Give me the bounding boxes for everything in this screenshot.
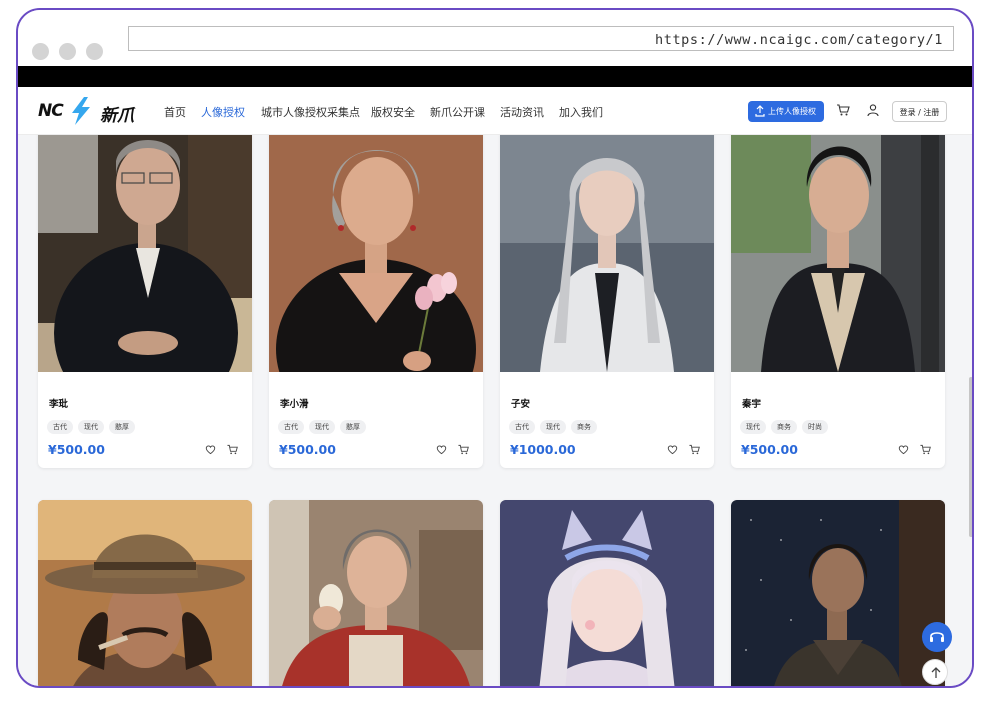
upload-icon [755,105,765,117]
cart-icon[interactable] [836,103,850,117]
portrait-name: 秦宇 [742,399,762,410]
cart-icon[interactable] [689,444,700,455]
website: NC 新爪 首页 人像授权 城市人像授权采集点 版权安全 新爪公开课 活动资讯 … [18,87,972,686]
login-button[interactable]: 登录 / 注册 [892,101,947,122]
upload-label: 上传人像授权 [768,107,816,116]
tag: 憨厚 [109,420,135,434]
browser-chrome: https://www.ncaigc.com/category/1 [18,10,972,66]
portrait-card[interactable] [500,500,714,686]
nav-item-join-us[interactable]: 加入我们 [559,104,603,120]
logo-name: 新爪 [100,106,134,126]
cart-icon[interactable] [458,444,469,455]
tag: 商务 [571,420,597,434]
portrait-image [731,500,945,686]
headset-icon [930,632,944,642]
window-dot [32,43,49,60]
heart-icon[interactable] [436,444,447,455]
cart-icon[interactable] [227,444,238,455]
back-to-top-button[interactable] [922,659,948,685]
portrait-name: 李小滑 [280,399,309,410]
portrait-card[interactable] [38,500,252,686]
portrait-card[interactable]: 秦宇 现代 商务 时尚 ¥500.00 [731,123,945,468]
price: ¥1000.00 [510,442,576,457]
heart-icon[interactable] [898,444,909,455]
logo-mark: NC [38,101,64,121]
portrait-name: 李玭 [49,399,69,410]
tag: 现代 [540,420,566,434]
portrait-image [269,123,483,372]
heart-icon[interactable] [205,444,216,455]
tag-list: 现代 商务 时尚 [740,420,828,434]
nav-item-home[interactable]: 首页 [164,104,186,120]
portrait-image [500,123,714,372]
tag: 商务 [771,420,797,434]
portrait-card[interactable]: 子安 古代 现代 商务 ¥1000.00 [500,123,714,468]
site-navbar: NC 新爪 首页 人像授权 城市人像授权采集点 版权安全 新爪公开课 活动资讯 … [18,87,972,135]
price: ¥500.00 [279,442,336,457]
cart-icon[interactable] [920,444,931,455]
window-dot [86,43,103,60]
tag: 现代 [740,420,766,434]
portrait-name: 子安 [511,399,531,410]
price: ¥500.00 [48,442,105,457]
heart-icon[interactable] [667,444,678,455]
portrait-image [38,500,252,686]
upload-button[interactable]: 上传人像授权 [748,101,824,122]
portrait-card[interactable]: 李小滑 古代 现代 憨厚 ¥500.00 [269,123,483,468]
price: ¥500.00 [741,442,798,457]
tag-list: 古代 现代 憨厚 [278,420,366,434]
nav-item-copyright[interactable]: 版权安全 [371,104,415,120]
browser-toolbar [18,66,972,87]
arrow-up-icon [931,667,941,678]
window-dot [59,43,76,60]
tag-list: 古代 现代 憨厚 [47,420,135,434]
support-button[interactable] [922,622,952,652]
portrait-image [38,123,252,372]
nav-item-city-collection[interactable]: 城市人像授权采集点 [261,104,360,120]
scrollbar[interactable] [969,377,972,537]
tag: 古代 [509,420,535,434]
tag: 古代 [47,420,73,434]
address-bar[interactable]: https://www.ncaigc.com/category/1 [128,26,954,51]
nav-item-news[interactable]: 活动资讯 [500,104,544,120]
portrait-image [731,123,945,372]
portrait-card[interactable] [731,500,945,686]
tag: 时尚 [802,420,828,434]
nav-item-open-course[interactable]: 新爪公开课 [430,104,485,120]
site-logo[interactable]: NC 新爪 [38,97,136,126]
tag: 古代 [278,420,304,434]
tag: 现代 [309,420,335,434]
portrait-image [269,500,483,686]
user-icon[interactable] [866,103,880,117]
tag: 憨厚 [340,420,366,434]
bolt-icon [72,97,90,125]
tag: 现代 [78,420,104,434]
portrait-card[interactable]: 李玭 古代 现代 憨厚 ¥500.00 [38,123,252,468]
nav-item-portrait-license[interactable]: 人像授权 [201,104,245,120]
tag-list: 古代 现代 商务 [509,420,597,434]
portrait-card[interactable] [269,500,483,686]
device-frame: https://www.ncaigc.com/category/1 NC 新爪 … [16,8,974,688]
portrait-image [500,500,714,686]
